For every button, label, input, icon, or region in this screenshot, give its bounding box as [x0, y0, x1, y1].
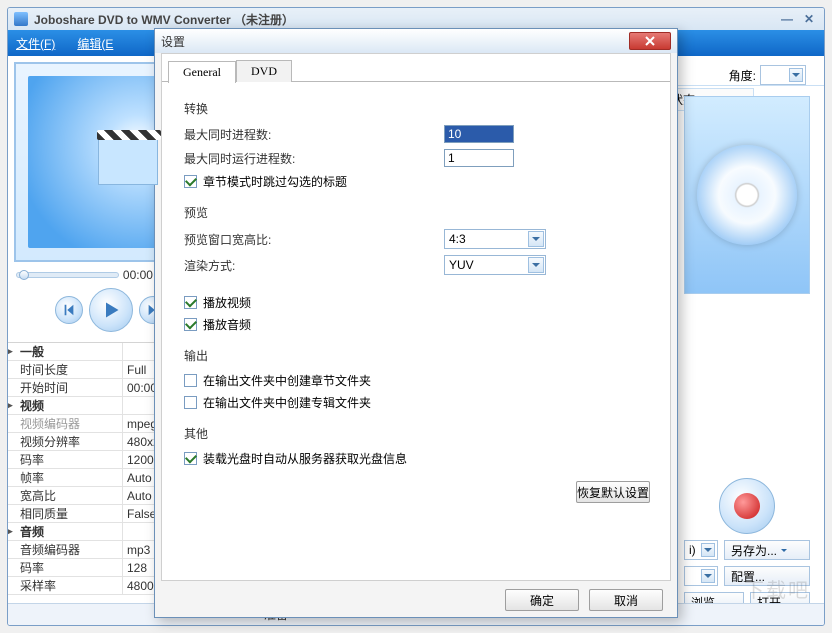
- menu-file[interactable]: 文件(F): [16, 35, 55, 52]
- window-title: Joboshare DVD to WMV Converter （未注册）: [34, 11, 774, 28]
- section-other: 其他: [184, 425, 650, 442]
- album-folder-checkbox[interactable]: [184, 396, 197, 409]
- max-proc-input[interactable]: [444, 125, 514, 143]
- chapter-folder-label: 在输出文件夹中创建章节文件夹: [203, 372, 371, 389]
- skip-chapter-label: 章节模式时跳过勾选的标题: [203, 173, 347, 190]
- record-icon: [734, 493, 760, 519]
- render-select[interactable]: YUV: [444, 255, 546, 275]
- configure-label: 配置...: [731, 568, 765, 585]
- max-run-label: 最大同时运行进程数:: [184, 150, 444, 167]
- aspect-select[interactable]: 4:3: [444, 229, 546, 249]
- prop-section-general: 一般: [18, 343, 123, 360]
- format-select[interactable]: i): [684, 540, 718, 560]
- disc-panel: [684, 96, 810, 294]
- section-output: 输出: [184, 347, 650, 364]
- prop-acodec-k: 音频编码器: [18, 541, 123, 558]
- max-proc-label: 最大同时进程数:: [184, 126, 444, 143]
- format-ext: i): [689, 543, 696, 557]
- dialog-title: 设置: [161, 33, 629, 50]
- skip-chapter-checkbox[interactable]: [184, 175, 197, 188]
- prop-vfps-k: 帧率: [18, 469, 123, 486]
- prop-vcodec-k: 视频编码器: [18, 415, 123, 432]
- prop-vres-k: 视频分辨率: [18, 433, 123, 450]
- prop-vaspect-k: 宽高比: [18, 487, 123, 504]
- cancel-button[interactable]: 取消: [589, 589, 663, 611]
- play-audio-label: 播放音频: [203, 316, 251, 333]
- minimize-button[interactable]: —: [778, 12, 796, 26]
- prop-abit-k: 码率: [18, 559, 123, 576]
- ok-button[interactable]: 确定: [505, 589, 579, 611]
- section-convert: 转换: [184, 100, 650, 117]
- seek-slider[interactable]: [16, 272, 119, 278]
- fetch-info-label: 装载光盘时自动从服务器获取光盘信息: [203, 450, 407, 467]
- prop-vqual-k: 相同质量: [18, 505, 123, 522]
- angle-label: 角度:: [729, 67, 756, 84]
- render-label: 渲染方式:: [184, 257, 444, 274]
- app-icon: [14, 12, 28, 26]
- aspect-label: 预览窗口宽高比:: [184, 231, 444, 248]
- max-run-input[interactable]: [444, 149, 514, 167]
- menu-edit[interactable]: 编辑(E: [77, 35, 113, 52]
- angle-select[interactable]: [760, 65, 806, 85]
- prop-duration-k: 时间长度: [18, 361, 123, 378]
- play-video-checkbox[interactable]: [184, 296, 197, 309]
- settings-dialog: 设置 General DVD 转换 最大同时进程数: 最大同时运行进程数: 章节…: [154, 28, 678, 618]
- play-audio-checkbox[interactable]: [184, 318, 197, 331]
- close-button[interactable]: ✕: [800, 12, 818, 26]
- fetch-info-checkbox[interactable]: [184, 452, 197, 465]
- titlebar: Joboshare DVD to WMV Converter （未注册） — ✕: [8, 8, 824, 30]
- prop-start-k: 开始时间: [18, 379, 123, 396]
- tab-general[interactable]: General: [168, 61, 236, 83]
- clapperboard-icon: [98, 139, 158, 185]
- convert-button[interactable]: [719, 478, 775, 534]
- disc-icon: [697, 145, 797, 245]
- dialog-close-button[interactable]: [629, 32, 671, 50]
- aspect-value: 4:3: [449, 232, 466, 246]
- play-button[interactable]: [89, 288, 133, 332]
- dialog-titlebar: 设置: [155, 29, 677, 53]
- album-folder-label: 在输出文件夹中创建专辑文件夹: [203, 394, 371, 411]
- profile-select[interactable]: [684, 566, 718, 586]
- restore-defaults-button[interactable]: 恢复默认设置: [576, 481, 650, 503]
- play-video-label: 播放视频: [203, 294, 251, 311]
- save-as-label: 另存为...: [731, 542, 777, 559]
- render-value: YUV: [449, 258, 474, 272]
- configure-button[interactable]: 配置...: [724, 566, 810, 586]
- prev-button[interactable]: [55, 296, 83, 324]
- tab-dvd[interactable]: DVD: [236, 60, 292, 82]
- prop-section-audio: 音频: [18, 523, 123, 540]
- prop-section-video: 视频: [18, 397, 123, 414]
- prop-arate-k: 采样率: [18, 577, 123, 594]
- save-as-button[interactable]: 另存为...: [724, 540, 810, 560]
- prop-vbit-k: 码率: [18, 451, 123, 468]
- chapter-folder-checkbox[interactable]: [184, 374, 197, 387]
- section-preview: 预览: [184, 204, 650, 221]
